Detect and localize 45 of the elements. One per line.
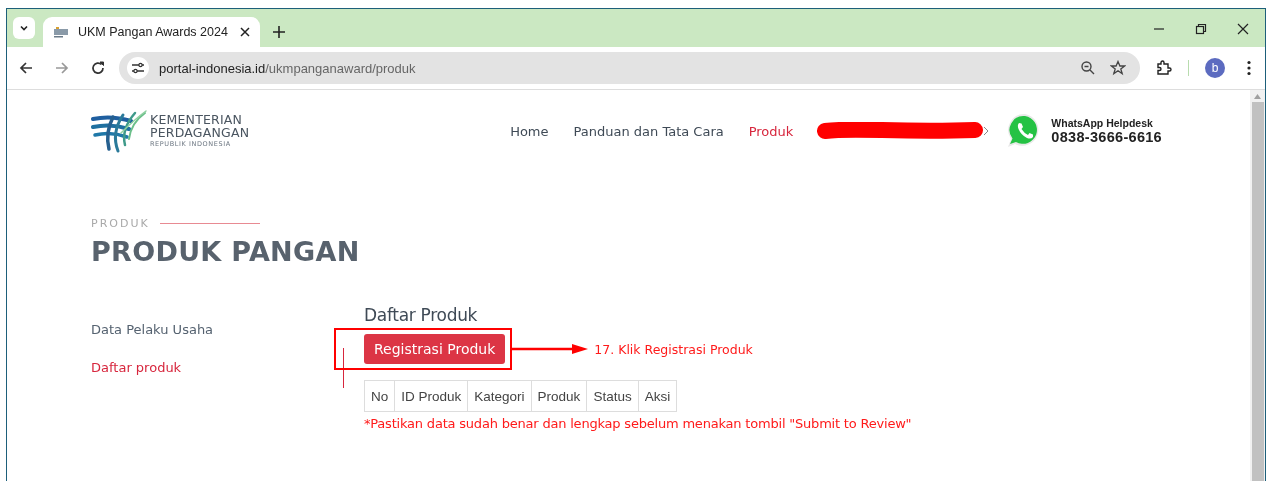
page-title: PRODUK PANGAN [91, 236, 361, 267]
column-header: Status [586, 380, 639, 412]
column-header: Kategori [467, 380, 532, 412]
column-header: Aksi [638, 380, 677, 412]
active-indicator [343, 348, 344, 388]
zoom-out-icon[interactable] [1080, 60, 1096, 76]
sidebar-item[interactable]: Data Pelaku Usaha [91, 321, 214, 339]
sidebar-item[interactable]: Daftar produk [91, 359, 182, 377]
site-settings-icon[interactable] [127, 57, 149, 79]
helpdesk-label: WhatsApp Helpdesk [1051, 116, 1154, 129]
register-button[interactable]: Registrasi Produk [364, 334, 506, 364]
close-icon[interactable] [240, 27, 250, 37]
menu-icon[interactable] [1247, 60, 1251, 76]
forward-icon[interactable] [55, 61, 69, 75]
nav-link[interactable]: Panduan dan Tata Cara [573, 123, 724, 139]
column-header: Produk [531, 380, 587, 412]
warning-note: *Pastikan data sudah benar dan lengkap sebelum menakan tombil "Submit to Review" [364, 416, 912, 431]
leaf-grid-logo-icon [91, 109, 147, 153]
chevron-icon [983, 126, 990, 136]
address-bar[interactable]: portal-indonesia.id/ukmpanganaward/produk [119, 52, 1140, 84]
logo-text: KEMENTERIAN [150, 114, 244, 127]
column-header: No [364, 380, 395, 412]
nav-link[interactable]: Produk [748, 123, 794, 139]
reload-icon[interactable] [91, 61, 105, 75]
column-header: ID Produk [394, 380, 468, 412]
logo-text: PERDAGANGAN [150, 126, 250, 140]
section-title: Daftar Produk [364, 305, 479, 325]
site-favicon-icon [53, 26, 69, 38]
annotation-text: 17. Klik Registrasi Produk [594, 341, 753, 357]
close-icon[interactable] [1237, 23, 1249, 35]
back-icon[interactable] [19, 61, 33, 75]
star-icon[interactable] [1110, 60, 1126, 76]
new-tab-icon[interactable] [273, 26, 285, 38]
chevron-down-icon [19, 23, 29, 33]
puzzle-piece-icon[interactable] [1156, 60, 1172, 76]
tab-title: UKM Pangan Awards 2024 [78, 25, 229, 39]
restore-icon[interactable] [1195, 23, 1207, 35]
breadcrumb-label: PRODUK [91, 217, 150, 230]
helpdesk-phone[interactable]: 0838-3666-6616 [1051, 128, 1162, 146]
profile-avatar[interactable]: b [1205, 58, 1225, 78]
nav-link[interactable]: Home [510, 123, 549, 139]
scrollbar[interactable] [1250, 90, 1265, 481]
tab-search-button[interactable] [13, 17, 35, 39]
url-text: portal-indonesia.id/ukmpanganaward/produk [159, 60, 417, 76]
browser-tab[interactable]: UKM Pangan Awards 2024 [43, 17, 260, 47]
